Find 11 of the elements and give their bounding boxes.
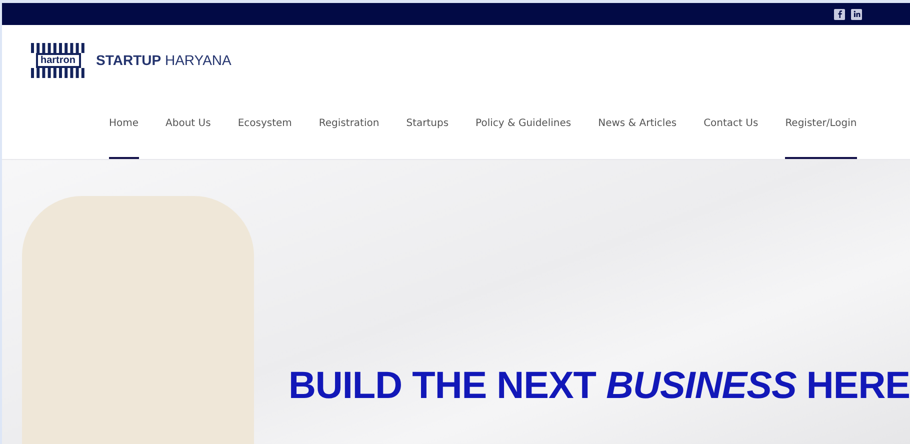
nav-link[interactable]: Registration bbox=[318, 82, 380, 159]
nav-link[interactable]: Contact Us bbox=[704, 82, 758, 159]
linkedin-icon[interactable] bbox=[851, 8, 862, 20]
facebook-icon[interactable] bbox=[834, 8, 845, 20]
brand-name[interactable]: STARTUP HARYANA bbox=[96, 52, 232, 68]
nav-link[interactable]: Ecosystem bbox=[238, 82, 292, 159]
nav-link[interactable]: About Us bbox=[166, 82, 211, 159]
hero-headline: BUILD THE NEXT BUSINESS HERE bbox=[288, 365, 910, 408]
nav-link[interactable]: Policy & Guidelines bbox=[476, 82, 572, 159]
nav-link[interactable]: Startups bbox=[406, 82, 449, 159]
nav-link[interactable]: News & Articles bbox=[598, 82, 677, 159]
